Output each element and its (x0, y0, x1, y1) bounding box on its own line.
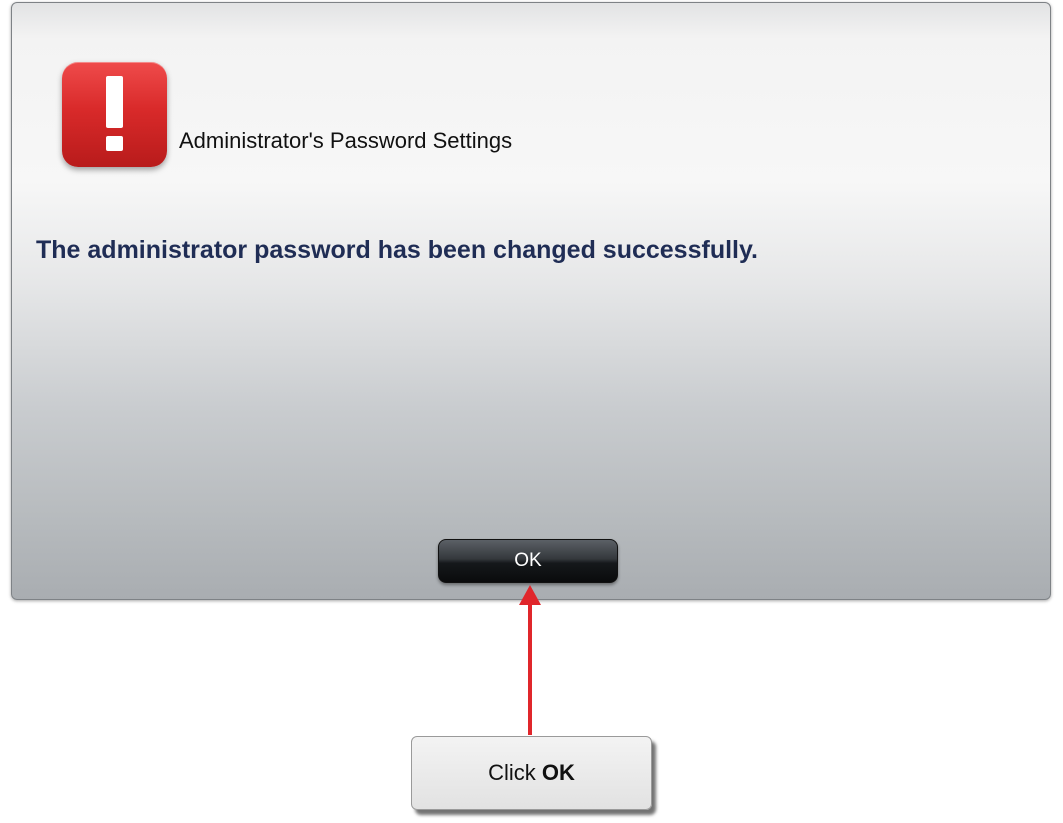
screen: Administrator's Password Settings The ad… (0, 0, 1063, 823)
callout-emphasis: OK (541, 760, 575, 785)
exclamation-icon (62, 62, 167, 167)
instruction-callout: Click OK (411, 736, 652, 810)
dialog-title: Administrator's Password Settings (179, 128, 513, 153)
ok-button[interactable]: OK (438, 539, 618, 583)
callout-prefix: Click (488, 760, 542, 785)
confirmation-dialog: Administrator's Password Settings The ad… (11, 2, 1051, 600)
exclamation-dot (106, 136, 123, 151)
red-arrow-icon (519, 585, 541, 735)
exclamation-bar (106, 76, 123, 128)
success-message: The administrator password has been chan… (36, 236, 758, 264)
